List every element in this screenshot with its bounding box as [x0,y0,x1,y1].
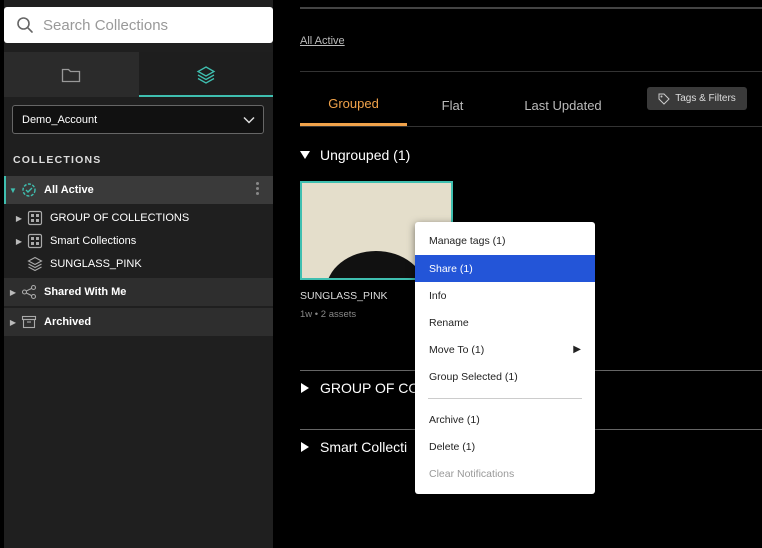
sidebar-item-label: All Active [44,184,94,196]
thumbnail-image [326,251,426,278]
menu-separator [428,398,582,399]
caret-right-icon[interactable]: ▶ [6,288,20,297]
archive-icon [20,314,38,330]
tags-filters-button[interactable]: Tags & Filters [647,87,747,110]
sidebar-item-label: Smart Collections [50,235,137,247]
menu-item-group-selected[interactable]: Group Selected (1) [415,363,595,390]
caret-right-icon [301,383,309,393]
card-asset-count: 2 assets [320,309,357,320]
caret-down-icon[interactable]: ▼ [6,186,20,195]
card-age: 1w [300,309,313,320]
search-input[interactable] [43,16,263,34]
gear-badge-icon [20,182,38,198]
tag-icon [658,93,670,105]
sidebar: Demo_Account COLLECTIONS ▼ All Active ▶ … [4,0,273,548]
sidebar-item-smart-collections[interactable]: ▶ Smart Collections [4,230,273,252]
group-header-group-of-collections[interactable]: GROUP OF CO [300,380,419,396]
share-icon [20,284,38,300]
sidebar-item-all-active[interactable]: ▼ All Active [4,176,273,204]
caret-right-icon[interactable]: ▶ [12,214,26,223]
collection-card-title[interactable]: SUNGLASS_PINK [300,290,388,302]
sidebar-item-label: Archived [44,316,92,328]
tab-folders[interactable] [4,52,139,97]
view-tabs: Grouped Flat Last Updated [300,84,628,126]
caret-right-icon [301,442,309,452]
tags-filters-label: Tags & Filters [675,93,736,104]
more-options-icon[interactable] [256,182,260,195]
search-box[interactable] [4,7,273,43]
group-header-label: GROUP OF CO [320,380,420,396]
account-select-value: Demo_Account [22,113,98,126]
sidebar-item-label: GROUP OF COLLECTIONS [50,212,190,224]
group-header-smart-collections[interactable]: Smart Collecti [300,439,407,455]
menu-item-label: Move To (1) [429,343,485,356]
group-header-label: Ungrouped (1) [320,147,411,163]
chevron-down-icon [243,116,255,124]
menu-item-manage-tags[interactable]: Manage tags (1) [415,227,595,254]
sidebar-item-group-of-collections[interactable]: ▶ GROUP OF COLLECTIONS [4,207,273,229]
menu-item-move-to[interactable]: Move To (1) ▶ [415,336,595,363]
breadcrumb[interactable]: All Active [300,35,345,47]
layers-icon [196,65,216,84]
search-icon [17,17,33,33]
sidebar-item-label: Shared With Me [44,286,127,298]
folder-icon [62,68,81,82]
menu-item-rename[interactable]: Rename [415,309,595,336]
sidebar-item-sunglass-pink[interactable]: SUNGLASS_PINK [4,253,273,275]
tab-flat[interactable]: Flat [407,84,498,126]
menu-item-archive[interactable]: Archive (1) [415,406,595,433]
divider [300,71,762,72]
divider [300,126,762,127]
tab-grouped[interactable]: Grouped [300,84,407,126]
collection-card-meta: 1w • 2 assets [300,309,356,320]
menu-item-share[interactable]: Share (1) [415,255,595,282]
divider [300,7,762,9]
sidebar-item-label: SUNGLASS_PINK [50,258,142,270]
group-header-label: Smart Collecti [320,439,408,455]
grid-group-icon [26,233,44,249]
caret-right-icon[interactable]: ▶ [6,318,20,327]
menu-item-info[interactable]: Info [415,282,595,309]
tab-last-updated[interactable]: Last Updated [498,84,628,126]
account-select[interactable]: Demo_Account [12,105,264,134]
caret-down-icon [300,151,310,159]
caret-right-icon[interactable]: ▶ [12,237,26,246]
tab-collections[interactable] [138,52,273,97]
sidebar-tabs [4,52,273,97]
section-label: COLLECTIONS [13,154,102,166]
layers-icon [26,256,44,272]
group-header-ungrouped[interactable]: Ungrouped (1) [300,147,410,163]
menu-item-delete[interactable]: Delete (1) [415,433,595,460]
context-menu: Manage tags (1) Share (1) Info Rename Mo… [415,222,595,494]
menu-item-clear-notifications: Clear Notifications [429,467,515,480]
sidebar-item-archived[interactable]: ▶ Archived [4,308,273,336]
grid-group-icon [26,210,44,226]
submenu-arrow-icon: ▶ [573,344,581,355]
sidebar-item-shared-with-me[interactable]: ▶ Shared With Me [4,278,273,306]
